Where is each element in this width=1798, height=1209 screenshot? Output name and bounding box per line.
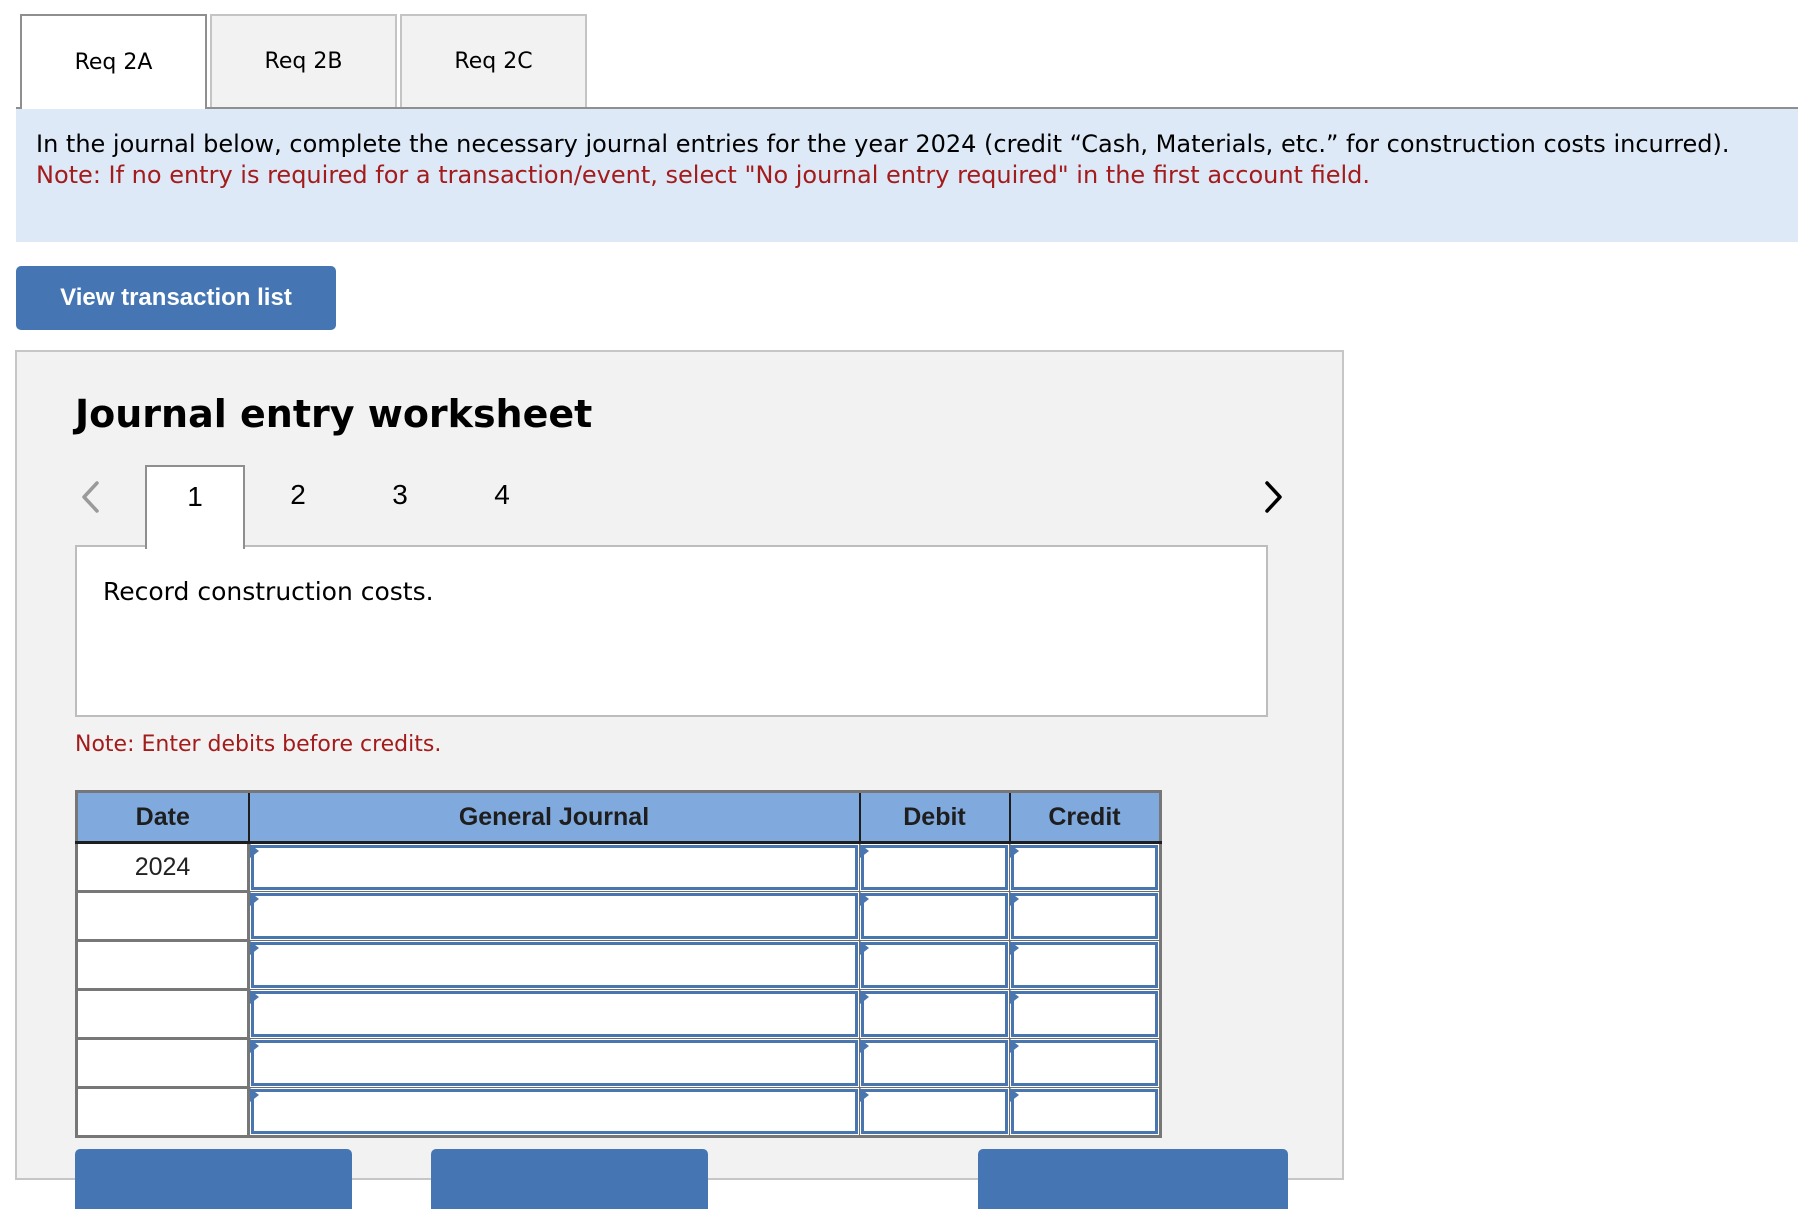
dropdown-flag-icon — [1010, 990, 1019, 1004]
dropdown-flag-icon — [860, 941, 869, 955]
account-input-cell — [248, 1087, 860, 1137]
dropdown-flag-icon — [1010, 1088, 1019, 1102]
dropdown-flag-icon — [250, 990, 259, 1004]
credit-input[interactable] — [1011, 1040, 1158, 1086]
dropdown-flag-icon — [250, 844, 259, 858]
credit-input-cell — [1009, 891, 1161, 941]
debit-input[interactable] — [861, 1040, 1008, 1086]
step-tab-3[interactable]: 3 — [350, 465, 450, 547]
debit-input[interactable] — [861, 1089, 1008, 1134]
credit-input[interactable] — [1011, 893, 1158, 939]
table-row — [76, 1086, 1161, 1137]
dropdown-flag-icon — [250, 941, 259, 955]
tab-req-2c[interactable]: Req 2C — [400, 14, 587, 107]
journal-entry-worksheet: Journal entry worksheet 1 2 3 4 Record c… — [15, 350, 1344, 1209]
account-input-cell — [248, 940, 860, 990]
clear-entry-button[interactable] — [431, 1149, 708, 1209]
transaction-description: Record construction costs. — [75, 545, 1268, 717]
date-cell — [76, 1037, 250, 1088]
credit-input-cell — [1009, 989, 1161, 1039]
credit-input[interactable] — [1011, 1089, 1158, 1134]
table-row: 2024 — [76, 842, 1161, 892]
date-cell: 2024 — [76, 842, 250, 892]
debit-input[interactable] — [861, 845, 1008, 890]
view-general-journal-button[interactable] — [978, 1149, 1288, 1209]
table-row — [76, 988, 1161, 1039]
dropdown-flag-icon — [250, 892, 259, 906]
chevron-left-icon[interactable] — [79, 480, 103, 514]
step-tab-4[interactable]: 4 — [452, 465, 552, 547]
table-row — [76, 1037, 1161, 1088]
table-row — [76, 939, 1161, 990]
account-input-cell — [248, 891, 860, 941]
date-cell — [76, 939, 250, 990]
debit-input-cell — [859, 842, 1010, 892]
tab-req-2a[interactable]: Req 2A — [20, 14, 207, 109]
dropdown-flag-icon — [250, 1039, 259, 1053]
account-input[interactable] — [251, 893, 858, 939]
account-input[interactable] — [251, 845, 858, 890]
account-input-cell — [248, 842, 860, 892]
worksheet-title: Journal entry worksheet — [75, 392, 593, 436]
debit-input-cell — [859, 940, 1010, 990]
dropdown-flag-icon — [860, 1088, 869, 1102]
account-input-cell — [248, 1038, 860, 1088]
header-date: Date — [76, 791, 249, 844]
header-credit: Credit — [1008, 791, 1160, 844]
debit-credit-note: Note: Enter debits before credits. — [75, 732, 442, 757]
dropdown-flag-icon — [860, 990, 869, 1004]
debit-input-cell — [859, 989, 1010, 1039]
debit-input-cell — [859, 891, 1010, 941]
table-header-row: Date General Journal Debit Credit — [76, 791, 1160, 844]
dropdown-flag-icon — [860, 892, 869, 906]
debit-input-cell — [859, 1038, 1010, 1088]
record-entry-button[interactable] — [75, 1149, 352, 1209]
credit-input-cell — [1009, 1038, 1161, 1088]
date-cell — [76, 890, 250, 941]
debit-input[interactable] — [861, 893, 1008, 939]
dropdown-flag-icon — [1010, 1039, 1019, 1053]
instructions-text: In the journal below, complete the neces… — [36, 130, 1730, 158]
credit-input[interactable] — [1011, 942, 1158, 988]
instructions-note: Note: If no entry is required for a tran… — [36, 161, 1371, 189]
credit-input[interactable] — [1011, 991, 1158, 1037]
credit-input-cell — [1009, 940, 1161, 990]
debit-input-cell — [859, 1087, 1010, 1137]
debit-input[interactable] — [861, 942, 1008, 988]
dropdown-flag-icon — [860, 1039, 869, 1053]
dropdown-flag-icon — [250, 1088, 259, 1102]
credit-input-cell — [1009, 842, 1161, 892]
general-journal-table: Date General Journal Debit Credit 2024 — [75, 790, 1162, 1138]
date-cell — [76, 988, 250, 1039]
step-tab-1[interactable]: 1 — [145, 465, 245, 549]
requirement-tabs: Req 2A Req 2B Req 2C — [0, 0, 1798, 109]
account-input[interactable] — [251, 1089, 858, 1134]
view-transaction-list-button[interactable]: View transaction list — [16, 266, 336, 330]
dropdown-flag-icon — [1010, 892, 1019, 906]
dropdown-flag-icon — [1010, 941, 1019, 955]
account-input[interactable] — [251, 942, 858, 988]
dropdown-flag-icon — [860, 844, 869, 858]
credit-input-cell — [1009, 1087, 1161, 1137]
description-text: Record construction costs. — [103, 577, 434, 606]
table-row — [76, 890, 1161, 941]
dropdown-flag-icon — [1010, 844, 1019, 858]
account-input-cell — [248, 989, 860, 1039]
credit-input[interactable] — [1011, 845, 1158, 890]
header-debit: Debit — [858, 791, 1010, 844]
instructions-box: In the journal below, complete the neces… — [16, 109, 1798, 242]
account-input[interactable] — [251, 991, 858, 1037]
debit-input[interactable] — [861, 991, 1008, 1037]
step-tab-2[interactable]: 2 — [248, 465, 348, 547]
header-general-journal: General Journal — [247, 791, 860, 844]
account-input[interactable] — [251, 1040, 858, 1086]
tab-req-2b[interactable]: Req 2B — [210, 14, 397, 107]
chevron-right-icon[interactable] — [1261, 480, 1285, 514]
date-cell — [76, 1086, 250, 1137]
